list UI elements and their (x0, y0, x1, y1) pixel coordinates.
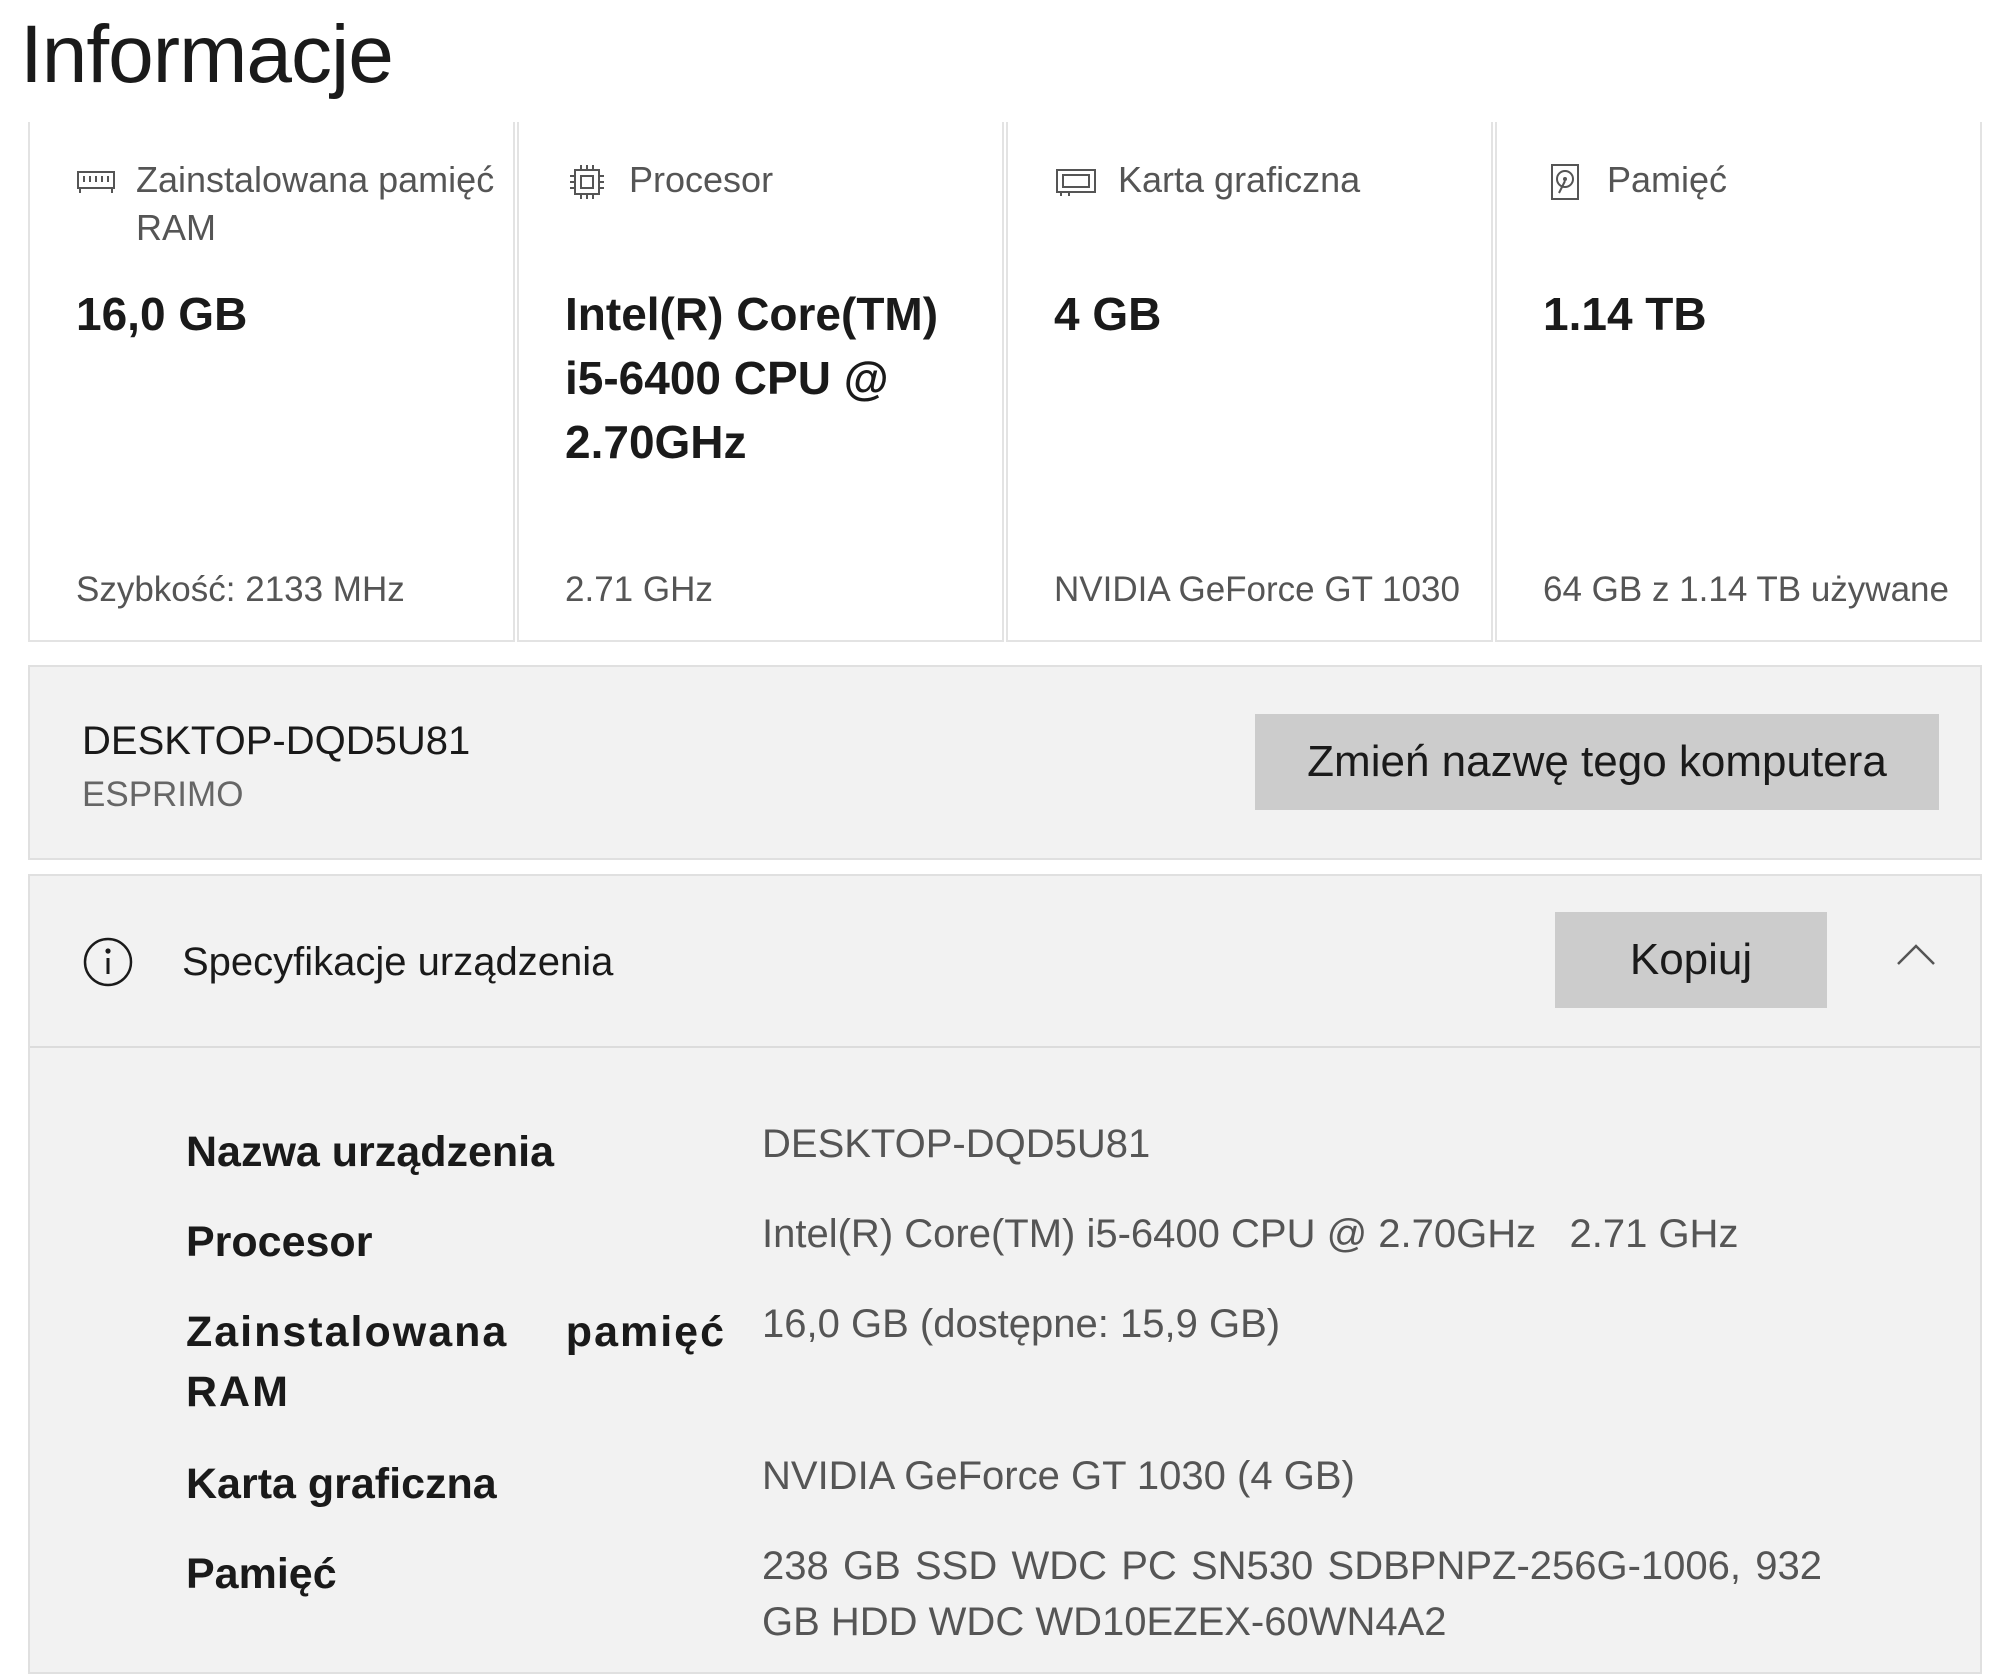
device-specifications-section: Specyfikacje urządzenia Kopiuj Nazwa urz… (28, 874, 1982, 1674)
storage-icon (1543, 160, 1587, 204)
card-processor: Procesor Intel(R) Core(TM) i5-6400 CPU @… (517, 122, 1004, 642)
card-label: Karta graficzna (1118, 159, 1361, 200)
rename-pc-button[interactable]: Zmień nazwę tego komputera (1255, 714, 1939, 810)
card-label: Procesor (629, 159, 774, 200)
device-name-panel: DESKTOP-DQD5U81 ESPRIMO Zmień nazwę tego… (28, 665, 1982, 860)
card-footer: NVIDIA GeForce GT 1030 (1054, 570, 1460, 609)
info-icon (82, 936, 134, 988)
card-storage: Pamięć 1.14 TB 64 GB z 1.14 TB używane (1495, 122, 1982, 642)
ram-icon (76, 160, 116, 204)
device-name: DESKTOP-DQD5U81 (82, 719, 471, 763)
card-value: 1.14 TB (1543, 288, 1707, 340)
card-value: Intel(R) Core(TM) i5-6400 CPU @ 2.70GHz (565, 288, 939, 468)
card-graphics: Karta graficzna 4 GB NVIDIA GeForce GT 1… (1006, 122, 1493, 642)
copy-button[interactable]: Kopiuj (1555, 912, 1827, 1008)
spec-value[interactable]: NVIDIA GeForce GT 1030 (4 GB) (762, 1448, 1822, 1504)
card-value: 16,0 GB (76, 288, 248, 340)
page-title: Informacje (20, 9, 394, 100)
device-model: ESPRIMO (82, 775, 244, 814)
card-footer: 2.71 GHz (565, 570, 713, 609)
spec-value[interactable]: Intel(R) Core(TM) i5-6400 CPU @ 2.70GHz … (762, 1206, 1822, 1262)
spec-value[interactable]: DESKTOP-DQD5U81 (762, 1116, 1822, 1172)
spec-value[interactable]: 238 GB SSD WDC PC SN530 SDBPNPZ-256G-100… (762, 1538, 1822, 1650)
spec-label: Nazwa urządzenia (186, 1128, 554, 1176)
spec-label: Zainstalowana pamięć RAM (186, 1308, 726, 1416)
graphics-card-icon (1054, 160, 1098, 204)
spec-label: Pamięć (186, 1550, 337, 1598)
specifications-title: Specyfikacje urządzenia (182, 940, 614, 984)
device-specifications-header[interactable]: Specyfikacje urządzenia Kopiuj (30, 876, 1980, 1048)
spec-label: Procesor (186, 1218, 373, 1266)
processor-icon (565, 160, 609, 204)
card-footer: Szybkość: 2133 MHz (76, 570, 405, 609)
hardware-summary-cards: Zainstalowana pamięć RAM 16,0 GB Szybkoś… (28, 122, 1982, 642)
spec-value[interactable]: 16,0 GB (dostępne: 15,9 GB) (762, 1296, 1822, 1352)
spec-label: Karta graficzna (186, 1460, 497, 1508)
card-label: Pamięć (1607, 159, 1728, 200)
card-value: 4 GB (1054, 288, 1162, 340)
card-footer: 64 GB z 1.14 TB używane (1543, 570, 1949, 609)
card-ram: Zainstalowana pamięć RAM 16,0 GB Szybkoś… (28, 122, 515, 642)
chevron-up-icon[interactable] (1892, 938, 1940, 970)
card-label: Zainstalowana pamięć RAM (136, 159, 495, 248)
